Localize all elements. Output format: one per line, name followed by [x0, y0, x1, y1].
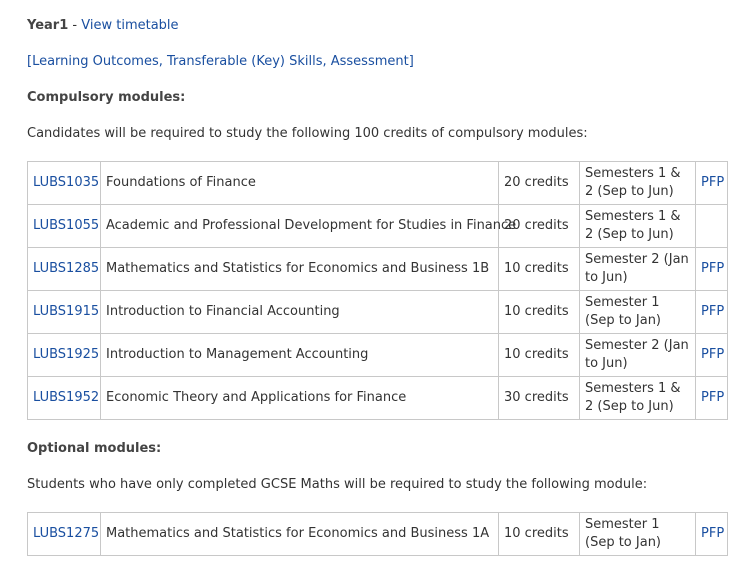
learning-outcomes-link[interactable]: [Learning Outcomes, Transferable (Key) S… — [27, 52, 414, 72]
module-code-link[interactable]: LUBS1055 — [33, 218, 99, 233]
module-credits: 20 credits — [498, 204, 580, 248]
optional-modules-table: LUBS1275 Mathematics and Statistics for … — [27, 512, 728, 556]
table-row: LUBS1915 Introduction to Financial Accou… — [27, 290, 728, 334]
module-title: Academic and Professional Development fo… — [100, 204, 516, 248]
module-code-cell: LUBS1055 — [27, 204, 101, 248]
pfp-link[interactable]: PFP — [701, 304, 724, 319]
module-pfp-cell: PFP — [695, 333, 728, 377]
module-code-link[interactable]: LUBS1952 — [33, 390, 99, 405]
module-title: Introduction to Management Accounting — [100, 333, 499, 377]
module-title: Economic Theory and Applications for Fin… — [100, 376, 499, 420]
year-line: Year1 - View timetable — [27, 16, 179, 36]
pfp-link[interactable]: PFP — [701, 347, 724, 362]
year-label: Year1 — [27, 18, 69, 33]
module-title: Foundations of Finance — [100, 161, 499, 205]
module-pfp-cell: PFP — [695, 290, 728, 334]
module-title: Mathematics and Statistics for Economics… — [100, 512, 499, 556]
pfp-link[interactable]: PFP — [701, 261, 724, 276]
table-row: LUBS1285 Mathematics and Statistics for … — [27, 247, 728, 291]
compulsory-modules-heading: Compulsory modules: — [27, 90, 186, 105]
module-code-cell: LUBS1275 — [27, 512, 101, 556]
table-row: LUBS1055 Academic and Professional Devel… — [27, 204, 728, 248]
module-code-link[interactable]: LUBS1915 — [33, 304, 99, 319]
module-code-cell: LUBS1035 — [27, 161, 101, 205]
module-code-cell: LUBS1285 — [27, 247, 101, 291]
module-semester: Semester 2 (Jan to Jun) — [579, 247, 696, 291]
module-credits: 10 credits — [498, 247, 580, 291]
compulsory-modules-intro: Candidates will be required to study the… — [27, 126, 588, 141]
compulsory-modules-table: LUBS1035 Foundations of Finance 20 credi… — [27, 161, 728, 420]
module-credits: 10 credits — [498, 512, 580, 556]
pfp-link[interactable]: PFP — [701, 390, 724, 405]
module-code-link[interactable]: LUBS1275 — [33, 526, 99, 541]
module-pfp-cell: PFP — [695, 247, 728, 291]
module-semester: Semesters 1 & 2 (Sep to Jun) — [579, 161, 696, 205]
module-semester: Semesters 1 & 2 (Sep to Jun) — [579, 376, 696, 420]
module-pfp-cell: PFP — [695, 512, 728, 556]
table-row: LUBS1275 Mathematics and Statistics for … — [27, 512, 728, 556]
module-semester: Semester 2 (Jan to Jun) — [579, 333, 696, 377]
module-code-link[interactable]: LUBS1035 — [33, 175, 99, 190]
module-code-cell: LUBS1952 — [27, 376, 101, 420]
module-credits: 20 credits — [498, 161, 580, 205]
module-semester: Semester 1 (Sep to Jan) — [579, 512, 696, 556]
module-credits: 10 credits — [498, 333, 580, 377]
module-code-link[interactable]: LUBS1925 — [33, 347, 99, 362]
module-pfp-cell: PFP — [695, 161, 728, 205]
module-pfp-cell: PFP — [695, 376, 728, 420]
table-row: LUBS1035 Foundations of Finance 20 credi… — [27, 161, 728, 205]
module-semester: Semester 1 (Sep to Jan) — [579, 290, 696, 334]
module-semester: Semesters 1 & 2 (Sep to Jun) — [579, 204, 696, 248]
optional-modules-intro: Students who have only completed GCSE Ma… — [27, 477, 648, 492]
module-title: Mathematics and Statistics for Economics… — [100, 247, 499, 291]
table-row: LUBS1952 Economic Theory and Application… — [27, 376, 728, 420]
view-timetable-link[interactable]: View timetable — [81, 18, 178, 33]
module-code-cell: LUBS1915 — [27, 290, 101, 334]
year-separator: - — [68, 18, 82, 33]
module-credits: 30 credits — [498, 376, 580, 420]
pfp-link[interactable]: PFP — [701, 526, 724, 541]
module-code-cell: LUBS1925 — [27, 333, 101, 377]
table-row: LUBS1925 Introduction to Management Acco… — [27, 333, 728, 377]
module-credits: 10 credits — [498, 290, 580, 334]
optional-modules-heading: Optional modules: — [27, 441, 162, 456]
module-title: Introduction to Financial Accounting — [100, 290, 499, 334]
module-pfp-cell — [695, 204, 728, 248]
pfp-link[interactable]: PFP — [701, 175, 724, 190]
module-code-link[interactable]: LUBS1285 — [33, 261, 99, 276]
